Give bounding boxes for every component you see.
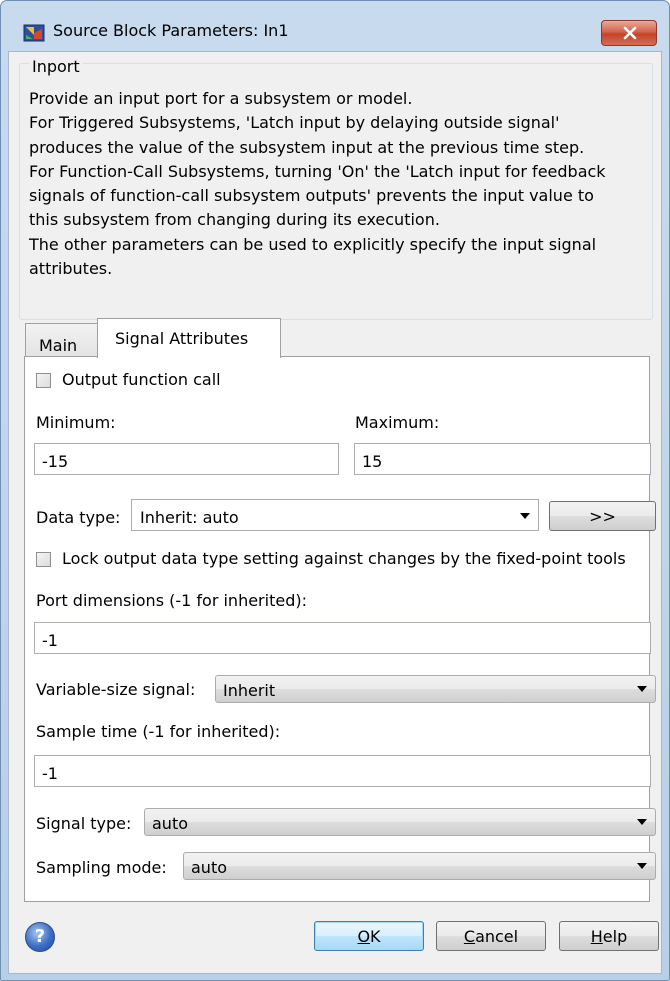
signal-type-select[interactable]: auto	[144, 808, 656, 836]
cancel-button[interactable]: Cancel	[436, 921, 546, 951]
description-line: The other parameters can be used to expl…	[29, 234, 597, 254]
signal-type-label: Signal type:	[36, 814, 132, 833]
cancel-mnemonic: C	[463, 927, 476, 946]
data-type-assistant-button[interactable]: >>	[549, 501, 656, 531]
chevron-down-icon	[637, 863, 647, 869]
ok-button[interactable]: OK	[314, 921, 424, 951]
variable-size-select[interactable]: Inherit	[215, 675, 656, 703]
lock-output-checkbox[interactable]	[36, 552, 51, 567]
ok-mnemonic: O	[357, 927, 371, 946]
sampling-mode-value: auto	[191, 858, 228, 877]
close-icon	[623, 26, 637, 40]
help-mnemonic: H	[590, 927, 603, 946]
group-legend: Inport	[29, 57, 83, 76]
sample-time-label: Sample time (-1 for inherited):	[36, 722, 281, 741]
port-dimensions-input[interactable]: -1	[34, 622, 651, 654]
chevron-down-icon	[520, 513, 530, 519]
ok-label-rest: K	[370, 927, 381, 946]
maximum-label: Maximum:	[355, 413, 440, 432]
simulink-block-icon	[23, 24, 45, 42]
dialog-window: Source Block Parameters: In1 Inport Prov…	[0, 0, 670, 981]
output-function-call-label: Output function call	[62, 370, 221, 389]
cancel-label-rest: ancel	[475, 927, 519, 946]
data-type-value: Inherit: auto	[140, 508, 239, 527]
block-description: Provide an input port for a subsystem or…	[29, 87, 659, 281]
close-button[interactable]	[601, 20, 657, 46]
sampling-mode-select[interactable]: auto	[183, 852, 656, 880]
description-line: attributes.	[29, 259, 113, 279]
data-type-select[interactable]: Inherit: auto	[131, 499, 539, 531]
minimum-input[interactable]: -15	[34, 443, 339, 475]
window-title: Source Block Parameters: In1	[53, 21, 289, 40]
variable-size-value: Inherit	[223, 681, 276, 700]
chevron-down-icon	[637, 819, 647, 825]
maximum-input[interactable]: 15	[354, 443, 651, 475]
description-line: For Function-Call Subsystems, turning 'O…	[29, 161, 606, 181]
help-button[interactable]: Help	[559, 921, 659, 951]
variable-size-label: Variable-size signal:	[36, 680, 196, 699]
description-line: this subsystem from changing during its …	[29, 210, 440, 230]
chevron-down-icon	[637, 686, 647, 692]
help-label-rest: elp	[602, 927, 628, 946]
minimum-label: Minimum:	[36, 413, 116, 432]
sample-time-input[interactable]: -1	[34, 755, 651, 787]
sampling-mode-label: Sampling mode:	[36, 858, 167, 877]
description-line: Provide an input port for a subsystem or…	[29, 89, 413, 108]
output-function-call-checkbox[interactable]	[36, 373, 51, 388]
port-dimensions-label: Port dimensions (-1 for inherited):	[36, 591, 307, 610]
title-bar[interactable]: Source Block Parameters: In1	[1, 1, 669, 51]
tab-main[interactable]: Main	[25, 323, 98, 357]
data-type-label: Data type:	[36, 508, 121, 527]
tab-signal-attributes[interactable]: Signal Attributes	[97, 318, 281, 358]
lock-output-label: Lock output data type setting against ch…	[62, 549, 626, 568]
help-icon[interactable]: ?	[25, 922, 55, 952]
dialog-client-area: Inport Provide an input port for a subsy…	[8, 51, 662, 974]
description-line: signals of function-call subsystem outpu…	[29, 186, 594, 206]
description-line: For Triggered Subsystems, 'Latch input b…	[29, 113, 560, 133]
description-line: produces the value of the subsystem inpu…	[29, 137, 585, 157]
signal-type-value: auto	[152, 814, 189, 833]
